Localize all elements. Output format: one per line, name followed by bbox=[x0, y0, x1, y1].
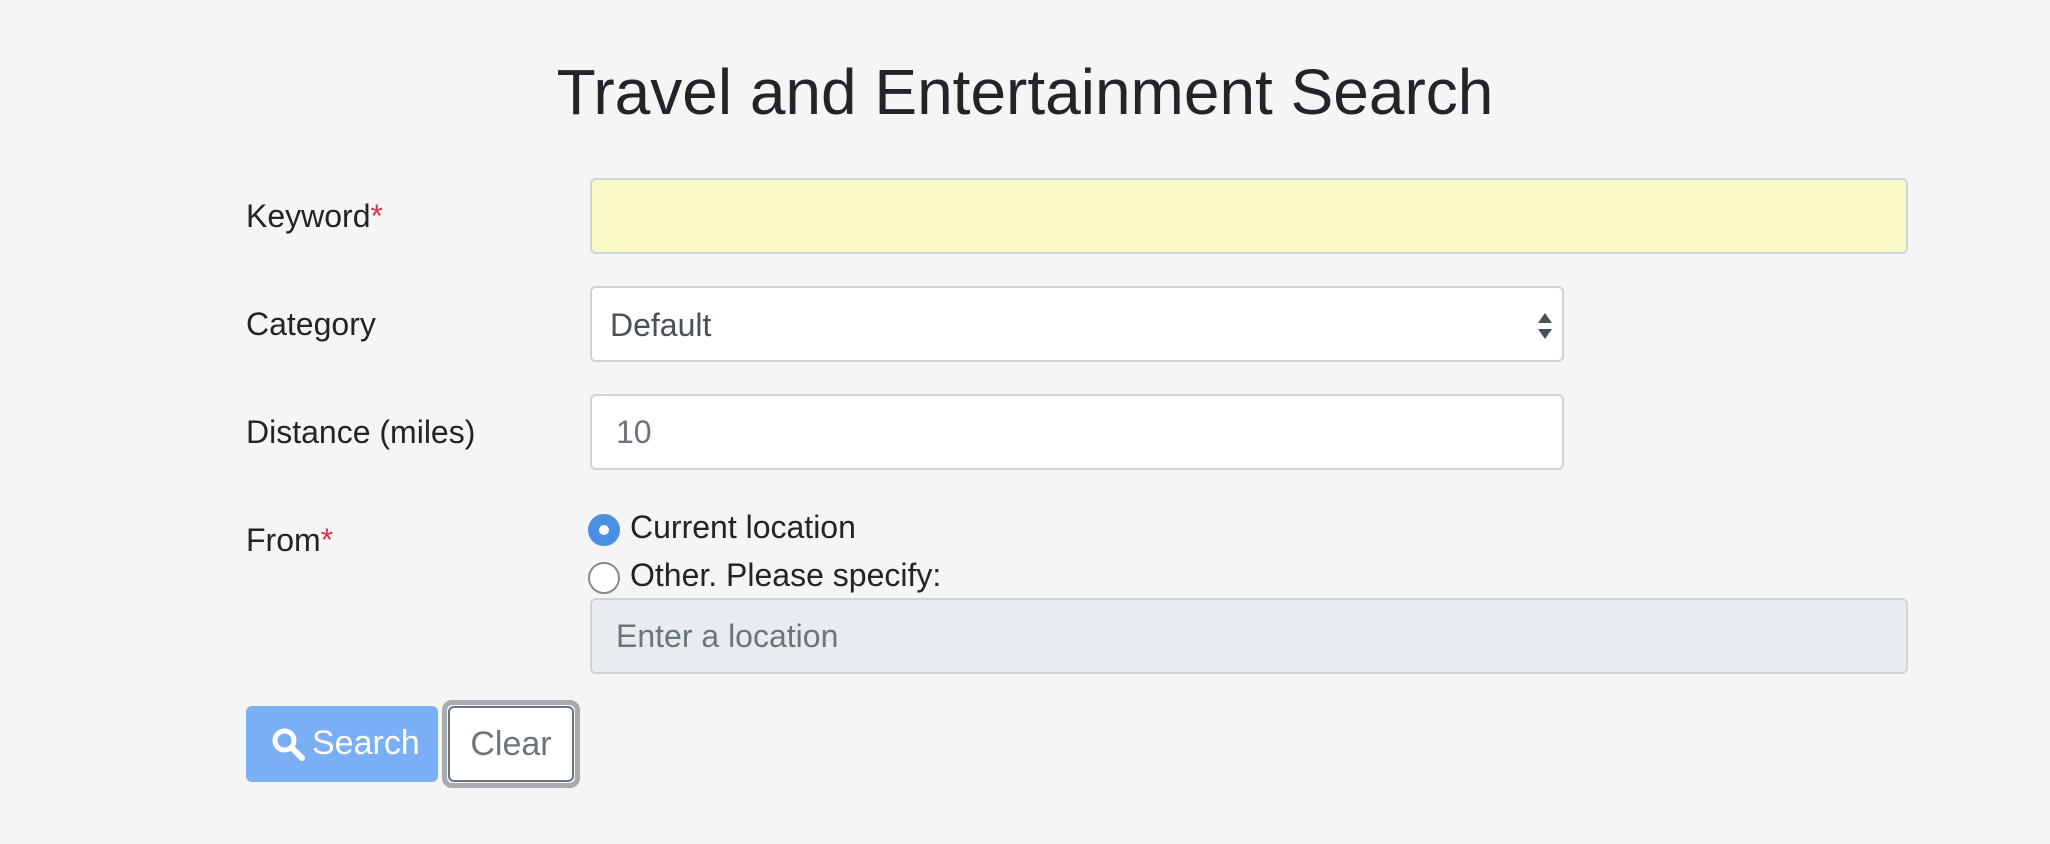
clear-button[interactable]: Clear bbox=[448, 706, 574, 782]
distance-input[interactable] bbox=[590, 394, 1564, 470]
other-location-label[interactable]: Other. Please specify: bbox=[630, 555, 941, 595]
search-button-label: Search bbox=[312, 724, 420, 762]
from-required-mark: * bbox=[320, 522, 334, 558]
keyword-label: Keyword* bbox=[246, 196, 383, 236]
current-location-radio[interactable] bbox=[588, 514, 620, 546]
category-select[interactable]: Default bbox=[590, 286, 1564, 362]
other-location-radio[interactable] bbox=[588, 562, 620, 594]
keyword-label-text: Keyword bbox=[246, 198, 371, 234]
category-label: Category bbox=[246, 306, 376, 342]
current-location-label[interactable]: Current location bbox=[630, 507, 856, 547]
category-selected-value: Default bbox=[610, 307, 712, 343]
distance-label: Distance (miles) bbox=[246, 414, 476, 450]
from-label: From* bbox=[246, 520, 333, 560]
keyword-input[interactable] bbox=[590, 178, 1908, 254]
page-title: Travel and Entertainment Search bbox=[556, 56, 1494, 128]
location-input[interactable] bbox=[590, 598, 1908, 674]
select-arrows-icon bbox=[1538, 313, 1552, 339]
radio-dot bbox=[599, 525, 609, 535]
keyword-required-mark: * bbox=[370, 198, 383, 234]
from-label-text: From bbox=[246, 522, 321, 558]
search-button[interactable]: Search bbox=[246, 706, 438, 782]
search-icon bbox=[272, 728, 305, 761]
